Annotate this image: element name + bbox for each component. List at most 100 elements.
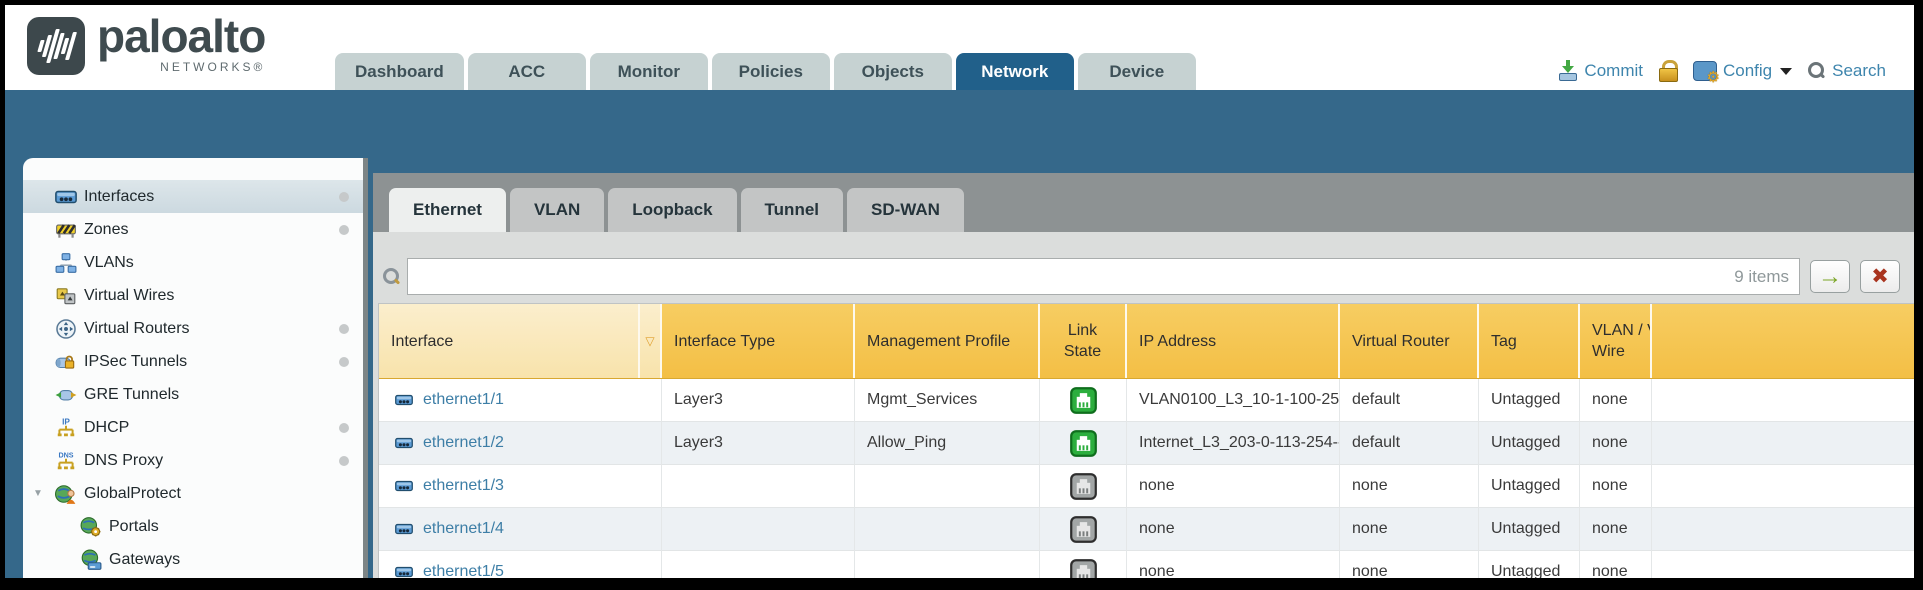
nav-tab-device[interactable]: Device	[1078, 53, 1196, 90]
table-body: ethernet1/1Layer3Mgmt_ServicesVLAN0100_L…	[379, 379, 1914, 578]
top-bar: paloalto NETWORKS® DashboardACCMonitorPo…	[5, 5, 1914, 90]
link-state-up-icon	[1070, 430, 1097, 457]
content-tab-ethernet[interactable]: Ethernet	[389, 188, 506, 232]
interface-link[interactable]: ethernet1/1	[423, 391, 504, 409]
interface-icon	[391, 563, 417, 578]
sort-dropdown-icon: ▽	[645, 331, 654, 352]
sidebar-item-dns-proxy[interactable]: DNS Proxy	[23, 444, 363, 477]
clear-filter-button[interactable]: ✖	[1860, 260, 1900, 293]
content-tab-sd-wan[interactable]: SD-WAN	[847, 188, 964, 232]
item-dot	[339, 324, 349, 334]
cell-virtual-router: none	[1340, 508, 1479, 551]
cell-vlan-virtual-wire: none	[1580, 422, 1652, 465]
config-icon	[1693, 61, 1717, 81]
column-header-link[interactable]: Link State	[1040, 304, 1127, 378]
cell-tag: Untagged	[1479, 551, 1580, 578]
cell-link-state	[1040, 379, 1127, 422]
vlans-icon	[55, 252, 77, 274]
column-header-type[interactable]: Interface Type	[662, 304, 855, 378]
interface-link[interactable]: ethernet1/2	[423, 434, 504, 452]
sidebar-item-interfaces[interactable]: Interfaces	[23, 180, 363, 213]
content-tab-vlan[interactable]: VLAN	[510, 188, 604, 232]
green-arrow-icon: →	[1818, 265, 1842, 289]
nav-tab-policies[interactable]: Policies	[712, 53, 830, 90]
table-row[interactable]: ethernet1/5nonenoneUntaggednone	[379, 551, 1914, 578]
column-header-interface[interactable]: Interface	[379, 304, 640, 378]
sidebar-item-gre-tunnels[interactable]: GRE Tunnels	[23, 378, 363, 411]
nav-tab-dashboard[interactable]: Dashboard	[335, 53, 464, 90]
brand-name: paloalto	[97, 13, 265, 59]
column-header-ip[interactable]: IP Address	[1127, 304, 1340, 378]
cell-filler	[1652, 465, 1914, 508]
sidebar-item-vlans[interactable]: VLANs	[23, 246, 363, 279]
nav-tab-acc[interactable]: ACC	[468, 53, 586, 90]
filter-input[interactable]	[408, 259, 1728, 294]
sidebar-item-ipsec-tunnels[interactable]: IPSec Tunnels	[23, 345, 363, 378]
sidebar-item-label: Interfaces	[84, 188, 154, 206]
filter-input-box: 9 items	[407, 258, 1800, 295]
screen-frame: paloalto NETWORKS® DashboardACCMonitorPo…	[0, 0, 1923, 590]
sidebar-item-label: Portals	[109, 518, 159, 536]
nav-tab-monitor[interactable]: Monitor	[590, 53, 708, 90]
column-label: Interface	[391, 331, 453, 352]
interface-link[interactable]: ethernet1/5	[423, 563, 504, 578]
nav-tab-network[interactable]: Network	[956, 53, 1074, 90]
content-tab-tunnel[interactable]: Tunnel	[741, 188, 843, 232]
cell-filler	[1652, 508, 1914, 551]
column-header-tag[interactable]: Tag	[1479, 304, 1580, 378]
table-row[interactable]: ethernet1/2Layer3Allow_PingInternet_L3_2…	[379, 422, 1914, 465]
sidebar-item-zones[interactable]: Zones	[23, 213, 363, 246]
cell-link-state	[1040, 551, 1127, 578]
sort-dropdown-button[interactable]: ▽	[640, 304, 662, 378]
expander-down-icon[interactable]: ▼	[33, 488, 55, 499]
item-dot	[339, 192, 349, 202]
sidebar-item-virtual-routers[interactable]: Virtual Routers	[23, 312, 363, 345]
interface-link[interactable]: ethernet1/3	[423, 477, 504, 495]
interfaces-table: Interface ▽ Interface Type Management Profi…	[378, 303, 1914, 578]
column-label-line2: Wire	[1592, 341, 1625, 362]
item-dot	[339, 225, 349, 235]
sidebar-item-globalprotect[interactable]: ▼GlobalProtect	[23, 477, 363, 510]
nav-tab-objects[interactable]: Objects	[834, 53, 952, 90]
column-label: Management Profile	[867, 331, 1010, 352]
table-row[interactable]: ethernet1/1Layer3Mgmt_ServicesVLAN0100_L…	[379, 379, 1914, 422]
paloalto-logo-icon	[27, 17, 85, 75]
cell-management-profile: Mgmt_Services	[855, 379, 1040, 422]
column-label: Tag	[1491, 331, 1517, 352]
content-tabs: EthernetVLANLoopbackTunnelSD-WAN	[389, 188, 964, 232]
column-label: IP Address	[1139, 331, 1216, 352]
table-row[interactable]: ethernet1/3nonenoneUntaggednone	[379, 465, 1914, 508]
cell-interface: ethernet1/2	[379, 422, 662, 465]
link-state-up-icon	[1070, 387, 1097, 414]
search-button[interactable]: Search	[1808, 61, 1886, 81]
portals-icon	[80, 516, 102, 538]
interfaces-icon	[55, 186, 77, 208]
sidebar-item-gateways[interactable]: Gateways	[23, 543, 363, 576]
sidebar-item-label: DHCP	[84, 419, 129, 437]
interface-link[interactable]: ethernet1/4	[423, 520, 504, 538]
apply-filter-button[interactable]: →	[1810, 260, 1850, 293]
column-header-filler	[1652, 304, 1914, 378]
column-header-vlan[interactable]: VLAN / VWire	[1580, 304, 1652, 378]
content-tab-loopback[interactable]: Loopback	[608, 188, 736, 232]
commit-button[interactable]: Commit	[1558, 60, 1643, 82]
item-dot	[339, 357, 349, 367]
column-label: Virtual Router	[1352, 331, 1450, 352]
sidebar-item-label: VLANs	[84, 254, 134, 272]
app-window: paloalto NETWORKS® DashboardACCMonitorPo…	[5, 5, 1914, 578]
column-header-mgmt[interactable]: Management Profile	[855, 304, 1040, 378]
sidebar-item-dhcp[interactable]: DHCP	[23, 411, 363, 444]
column-header-vr[interactable]: Virtual Router	[1340, 304, 1479, 378]
cell-ip-address: Internet_L3_203-0-113-254--24	[1127, 422, 1340, 465]
sidebar-item-portals[interactable]: Portals	[23, 510, 363, 543]
interface-icon	[391, 477, 417, 495]
sidebar-item-label: Zones	[84, 221, 128, 239]
table-row[interactable]: ethernet1/4nonenoneUntaggednone	[379, 508, 1914, 551]
paloalto-logo: paloalto NETWORKS®	[27, 13, 265, 75]
sidebar-item-virtual-wires[interactable]: Virtual Wires	[23, 279, 363, 312]
config-menu-button[interactable]: Config	[1693, 61, 1792, 81]
cell-tag: Untagged	[1479, 422, 1580, 465]
item-dot	[339, 456, 349, 466]
cell-virtual-router: none	[1340, 551, 1479, 578]
lock-icon[interactable]	[1659, 60, 1677, 82]
